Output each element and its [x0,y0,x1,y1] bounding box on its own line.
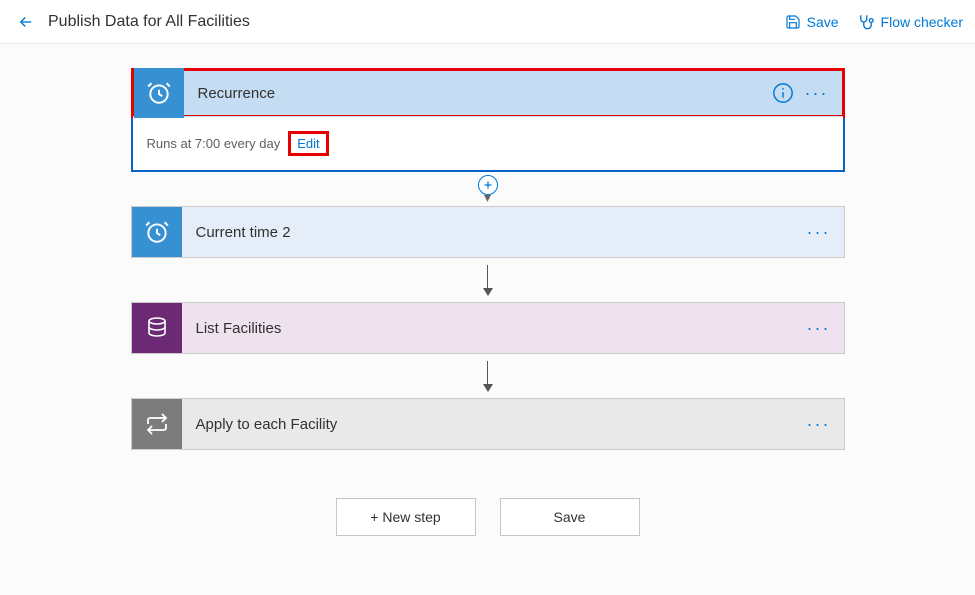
clock-alarm-icon [146,80,172,106]
database-icon [145,316,169,340]
save-button[interactable]: Save [500,498,640,536]
info-circle-icon [772,82,794,104]
ellipsis-icon: ··· [805,88,829,98]
bottom-button-row: + New step Save [336,498,640,536]
ellipsis-icon: ··· [807,323,831,333]
recurrence-schedule-text: Runs at 7:00 every day [147,136,281,151]
step-recurrence-body: Runs at 7:00 every day Edit [133,116,843,170]
step-recurrence-info-button[interactable] [768,78,798,108]
flow-canvas: Recurrence ··· Runs at 7:00 every day Ed… [0,44,975,536]
loop-icon [145,412,169,436]
arrow-left-icon [17,13,35,31]
clock-alarm-icon [144,219,170,245]
step-current-time-title: Current time 2 [182,224,804,241]
flow-checker-action[interactable]: Flow checker [857,13,963,31]
step-current-time-header[interactable]: Current time 2 ··· [132,207,844,257]
step-recurrence-header[interactable]: Recurrence ··· [131,68,845,118]
stethoscope-icon [857,13,875,31]
chevron-down-icon: ▾ [484,193,491,201]
back-button[interactable] [12,8,40,36]
step-recurrence-menu-button[interactable]: ··· [802,78,832,108]
connector-arrow [483,354,493,398]
step-apply-to-each-title: Apply to each Facility [182,416,804,433]
loop-icon-box [132,399,182,449]
schedule-icon-box [132,207,182,257]
flow-checker-label: Flow checker [881,14,963,30]
save-action-label: Save [807,14,839,30]
step-apply-to-each-header[interactable]: Apply to each Facility ··· [132,399,844,449]
step-current-time[interactable]: Current time 2 ··· [131,206,845,258]
connector-arrow [483,258,493,302]
step-list-facilities[interactable]: List Facilities ··· [131,302,845,354]
new-step-button[interactable]: + New step [336,498,476,536]
ellipsis-icon: ··· [807,227,831,237]
schedule-icon-box [134,68,184,118]
step-current-time-menu-button[interactable]: ··· [804,217,834,247]
step-apply-to-each[interactable]: Apply to each Facility ··· [131,398,845,450]
top-toolbar: Publish Data for All Facilities Save Flo… [0,0,975,44]
save-icon [785,14,801,30]
step-list-facilities-header[interactable]: List Facilities ··· [132,303,844,353]
step-recurrence-title: Recurrence [184,85,768,102]
connector-after-recurrence: ▾ [131,172,845,206]
recurrence-edit-link[interactable]: Edit [288,131,328,156]
step-apply-to-each-menu-button[interactable]: ··· [804,409,834,439]
step-recurrence[interactable]: Recurrence ··· Runs at 7:00 every day Ed… [131,68,845,172]
dataverse-icon-box [132,303,182,353]
step-list-facilities-title: List Facilities [182,320,804,337]
save-action[interactable]: Save [785,14,839,30]
page-title: Publish Data for All Facilities [48,13,250,31]
ellipsis-icon: ··· [807,419,831,429]
step-list-facilities-menu-button[interactable]: ··· [804,313,834,343]
